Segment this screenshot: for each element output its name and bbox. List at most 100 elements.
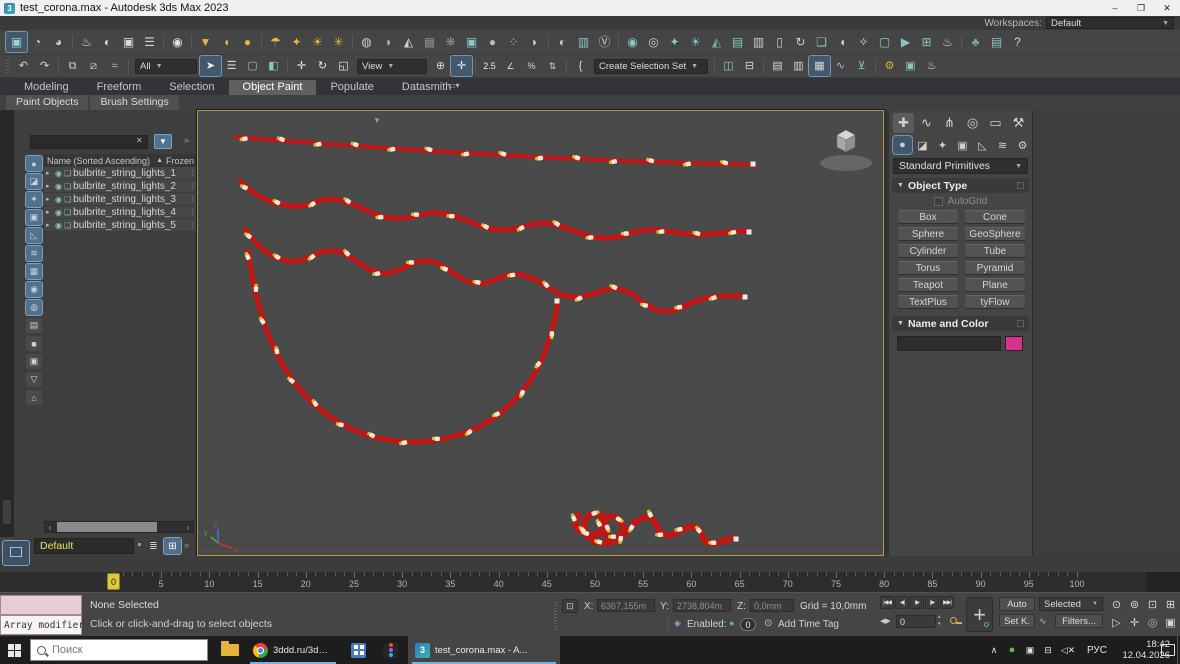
filter-shapes-icon[interactable]: ◪ bbox=[26, 174, 42, 189]
foliage-icon[interactable]: ◭ bbox=[706, 32, 727, 52]
notes-icon[interactable]: ▤ bbox=[986, 32, 1007, 52]
tray-camera-icon[interactable]: ▣ bbox=[1022, 636, 1038, 664]
scroll-right-icon[interactable]: › bbox=[183, 523, 193, 532]
vray-icon[interactable]: Ⓥ bbox=[594, 32, 615, 52]
move-icon[interactable]: ✛ bbox=[291, 56, 312, 76]
torus-button[interactable]: Torus bbox=[897, 261, 959, 275]
add-time-tag-label[interactable]: Add Time Tag bbox=[778, 619, 839, 630]
tyflow-button[interactable]: tyFlow bbox=[964, 295, 1026, 309]
timeline-ruler[interactable]: 0 51015202530354045505560657075808590951… bbox=[34, 572, 1146, 592]
geometry-category-icon[interactable]: ● bbox=[893, 136, 912, 154]
select-place-icon[interactable]: ✛ bbox=[451, 56, 472, 76]
pyramid-button[interactable]: Pyramid bbox=[964, 261, 1026, 275]
display-tab-icon[interactable]: ▭ bbox=[985, 113, 1006, 133]
snap-toggle-icon[interactable]: 2.5 bbox=[479, 56, 500, 76]
named-sets-icon[interactable]: { bbox=[570, 56, 591, 76]
cameras-category-icon[interactable]: ▣ bbox=[953, 136, 972, 154]
help-icon[interactable]: ? bbox=[1007, 32, 1028, 52]
umbrella-light-icon[interactable]: ☂ bbox=[265, 32, 286, 52]
go-to-end-button[interactable]: ▶▶| bbox=[940, 596, 954, 609]
percent-snap-icon[interactable]: % bbox=[521, 56, 542, 76]
zoom-all-icon[interactable]: ⊚ bbox=[1126, 596, 1143, 612]
expand-arrow-icon[interactable]: ▸ bbox=[46, 182, 53, 190]
slate-editor-icon[interactable]: ❏ bbox=[811, 32, 832, 52]
action-center-icon[interactable] bbox=[1158, 636, 1178, 664]
render-frame-icon[interactable]: ▢ bbox=[874, 32, 895, 52]
physical-camera-icon[interactable]: ◉ bbox=[622, 32, 643, 52]
bitmap-page-icon[interactable]: ▯ bbox=[769, 32, 790, 52]
zoom-extents-icon[interactable]: ⊡ bbox=[1144, 596, 1161, 612]
rollout-pin-icon[interactable] bbox=[1017, 182, 1024, 189]
compact-editor-icon[interactable]: ◖ bbox=[832, 32, 853, 52]
scene-explorer-icon[interactable]: ▥ bbox=[788, 56, 809, 76]
grid-helper-icon[interactable]: ▦ bbox=[419, 32, 440, 52]
viewport-filter-icon[interactable]: ▼ bbox=[373, 116, 381, 125]
enabled-count-badge[interactable]: 0 bbox=[740, 618, 756, 631]
active-layer-select[interactable]: Default bbox=[34, 538, 134, 554]
add-key-button[interactable]: + bbox=[966, 597, 993, 632]
layer-explorer-icon[interactable]: ▤ bbox=[767, 56, 788, 76]
expand-arrow-icon[interactable]: ▸ bbox=[46, 195, 53, 203]
visibility-eye-icon[interactable]: ◉ bbox=[55, 182, 62, 191]
layer-row[interactable]: ▸ ◉ ❏ bulbrite_string_lights_2 ⁞ bbox=[44, 180, 196, 193]
fire-effect-icon[interactable]: ▣ bbox=[461, 32, 482, 52]
unlink-icon[interactable]: ⧄ bbox=[83, 56, 104, 76]
object-color-swatch[interactable] bbox=[1005, 336, 1023, 351]
3ds-max-task[interactable]: 3 test_corona.max - A... bbox=[408, 636, 560, 664]
go-to-start-button[interactable]: |◀◀ bbox=[880, 596, 894, 609]
expand-arrow-icon[interactable]: ▸ bbox=[46, 208, 53, 216]
orbit-icon[interactable]: ◎ bbox=[1144, 614, 1161, 630]
motion-tab-icon[interactable]: ◎ bbox=[962, 113, 983, 133]
hierarchy-tab-icon[interactable]: ⋔ bbox=[939, 113, 960, 133]
create-tab-icon[interactable]: ✚ bbox=[893, 113, 914, 133]
file-explorer-task[interactable] bbox=[214, 636, 246, 664]
reference-coordinate-select[interactable]: View ▼ bbox=[357, 59, 427, 74]
frozen-toggle-icon[interactable]: ⁞ bbox=[192, 195, 194, 204]
geosphere-button[interactable]: GeoSphere bbox=[964, 227, 1026, 241]
material-library-icon[interactable]: ▥ bbox=[748, 32, 769, 52]
auto-key-button[interactable]: Auto bbox=[999, 597, 1035, 611]
layer-row[interactable]: ▸ ◉ ❏ bulbrite_string_lights_4 ⁞ bbox=[44, 206, 196, 219]
cylinder-button[interactable]: Cylinder bbox=[897, 244, 959, 258]
gamma-toggle-icon[interactable]: ◔ bbox=[27, 32, 48, 52]
x-coordinate-field[interactable]: 6367,155m bbox=[597, 599, 655, 612]
bind-spacewarp-icon[interactable]: ≈ bbox=[104, 56, 125, 76]
modify-tab-icon[interactable]: ∿ bbox=[916, 113, 937, 133]
filter-spacewarps-icon[interactable]: ≋ bbox=[26, 246, 42, 261]
quad-grid-icon[interactable]: ⊞ bbox=[916, 32, 937, 52]
frozen-toggle-icon[interactable]: ⁞ bbox=[192, 169, 194, 178]
frame-buffer-icon[interactable]: ▣ bbox=[118, 32, 139, 52]
use-pivot-icon[interactable]: ⊕ bbox=[430, 56, 451, 76]
maximize-viewport-icon[interactable]: ▣ bbox=[1162, 614, 1179, 630]
advanced-filter-icon[interactable]: ▽ bbox=[26, 372, 42, 387]
shapes-category-icon[interactable]: ◪ bbox=[913, 136, 932, 154]
helpers-category-icon[interactable]: ◺ bbox=[973, 136, 992, 154]
angle-snap-icon[interactable]: ∠ bbox=[500, 56, 521, 76]
search-input[interactable] bbox=[52, 644, 201, 656]
volume-muted-icon[interactable]: ◁✕ bbox=[1058, 636, 1078, 664]
filter-visibility-icon[interactable]: ◍ bbox=[26, 300, 42, 315]
rotate-icon[interactable]: ↻ bbox=[312, 56, 333, 76]
teapot-outline-icon[interactable]: ♨ bbox=[937, 32, 958, 52]
sort-color-icon[interactable]: ▣ bbox=[26, 354, 42, 369]
pan-icon[interactable]: ✛ bbox=[1126, 614, 1143, 630]
visibility-eye-icon[interactable]: ◉ bbox=[55, 221, 62, 230]
perspective-viewport[interactable]: ▼ z x y bbox=[197, 110, 884, 556]
daylight-icon[interactable]: ☀ bbox=[685, 32, 706, 52]
cone-light-icon[interactable]: ◭ bbox=[398, 32, 419, 52]
clone-sphere-icon[interactable]: ◐ bbox=[552, 32, 573, 52]
layer-row[interactable]: ▸ ◉ ❏ bulbrite_string_lights_1 ⁞ bbox=[44, 167, 196, 180]
select-by-name-icon[interactable]: ☰ bbox=[221, 56, 242, 76]
render-elements-icon[interactable]: ☰ bbox=[139, 32, 160, 52]
minimize-button[interactable]: – bbox=[1102, 0, 1128, 16]
sun-light-icon[interactable]: ☀ bbox=[307, 32, 328, 52]
viewport-canvas[interactable]: z x y bbox=[198, 111, 883, 555]
tray-green-app-icon[interactable]: ● bbox=[1004, 636, 1020, 664]
frame-spinner[interactable]: ▴▾ bbox=[938, 614, 941, 628]
scatter-icon[interactable]: ❋ bbox=[440, 32, 461, 52]
object-type-rollout[interactable]: ▼ Object Type bbox=[892, 178, 1029, 193]
tab-freeform[interactable]: Freeform bbox=[83, 80, 156, 95]
schematic-view-icon[interactable]: ⊞ bbox=[164, 538, 181, 554]
overflow-chevron-icon[interactable]: » bbox=[184, 135, 189, 145]
funnel-light-icon[interactable]: ▼ bbox=[195, 32, 216, 52]
